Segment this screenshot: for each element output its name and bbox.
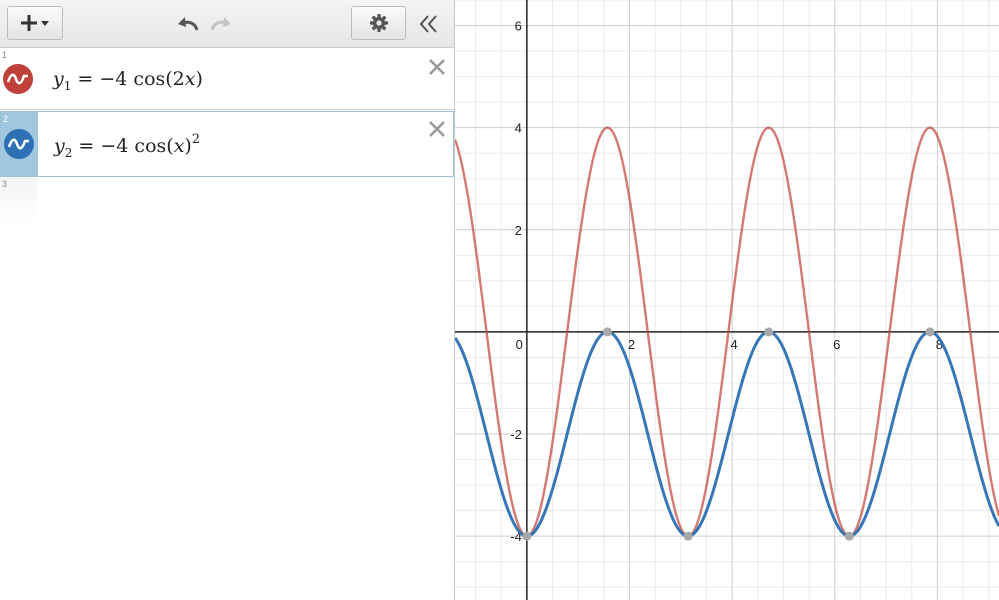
- axes: [455, 0, 999, 600]
- x-tick-label: 0: [516, 337, 523, 352]
- toolbar: [0, 0, 454, 48]
- expression-variable: y: [54, 135, 65, 157]
- expression-tail: ): [195, 68, 203, 90]
- row-number: 1: [2, 50, 8, 60]
- grid-minor: [455, 0, 999, 600]
- x-tick-label: 6: [833, 337, 840, 352]
- expression-argument: x: [184, 68, 196, 90]
- double-chevron-left-icon: [419, 15, 437, 33]
- expression-gutter: 2: [1, 112, 38, 176]
- y-tick-label: 4: [515, 121, 522, 136]
- collapse-panel-button[interactable]: [412, 8, 446, 40]
- delete-expression-icon[interactable]: [427, 57, 447, 77]
- marked-point[interactable]: [764, 327, 774, 337]
- graph-style-icon[interactable]: [4, 129, 34, 159]
- expression-argument: x: [173, 135, 185, 157]
- marked-point[interactable]: [844, 531, 854, 541]
- expression-tail: ): [184, 135, 192, 157]
- y-tick-label: 2: [515, 223, 522, 238]
- expression-variable: y: [53, 68, 64, 90]
- marked-point[interactable]: [683, 531, 693, 541]
- expression-formula[interactable]: y1 = −4 cos(2x): [53, 65, 203, 93]
- expression-row-1[interactable]: 1 y1 = −4 cos(2x): [0, 48, 454, 110]
- redo-icon: [210, 17, 231, 31]
- expression-row-2[interactable]: 2 y2 = −4 cos(x)2: [0, 111, 454, 177]
- expression-exponent: 2: [191, 132, 201, 147]
- expression-gutter: 1: [0, 48, 37, 109]
- settings-button[interactable]: [351, 6, 406, 40]
- marked-point[interactable]: [925, 327, 935, 337]
- expression-rhs: = −4 cos(2: [77, 68, 185, 90]
- plus-dropdown-icon: [21, 15, 49, 31]
- marked-point[interactable]: [602, 327, 612, 337]
- graph-style-icon[interactable]: [3, 64, 33, 94]
- y-tick-label: 6: [515, 19, 522, 34]
- add-item-button[interactable]: [7, 6, 63, 40]
- expression-row-3[interactable]: 3: [0, 177, 454, 225]
- expression-panel: 1 y1 = −4 cos(2x) 2 y2 = −4 cos(x)2 3: [0, 0, 455, 600]
- expression-rhs: = −4 cos(: [78, 135, 174, 157]
- wave-icon: [7, 73, 28, 85]
- expression-subscript: 1: [63, 79, 72, 93]
- expression-subscript: 2: [64, 146, 73, 160]
- wave-icon: [8, 138, 29, 150]
- grid-major: [455, 0, 999, 600]
- gear-icon: [369, 14, 388, 32]
- delete-expression-icon[interactable]: [427, 119, 447, 139]
- x-tick-label: 2: [628, 337, 635, 352]
- marked-point[interactable]: [522, 531, 532, 541]
- expression-gutter: 3: [0, 177, 37, 225]
- graph-canvas[interactable]: 0 2 4 6 8-4-2246: [455, 0, 999, 600]
- y-tick-label: -2: [510, 427, 522, 442]
- undo-button[interactable]: [172, 8, 204, 40]
- undo-icon: [178, 17, 199, 31]
- expression-formula[interactable]: y2 = −4 cos(x)2: [54, 132, 200, 160]
- redo-button[interactable]: [205, 8, 237, 40]
- row-number: 2: [3, 114, 9, 124]
- x-tick-label: 4: [731, 337, 738, 352]
- row-number: 3: [2, 179, 8, 189]
